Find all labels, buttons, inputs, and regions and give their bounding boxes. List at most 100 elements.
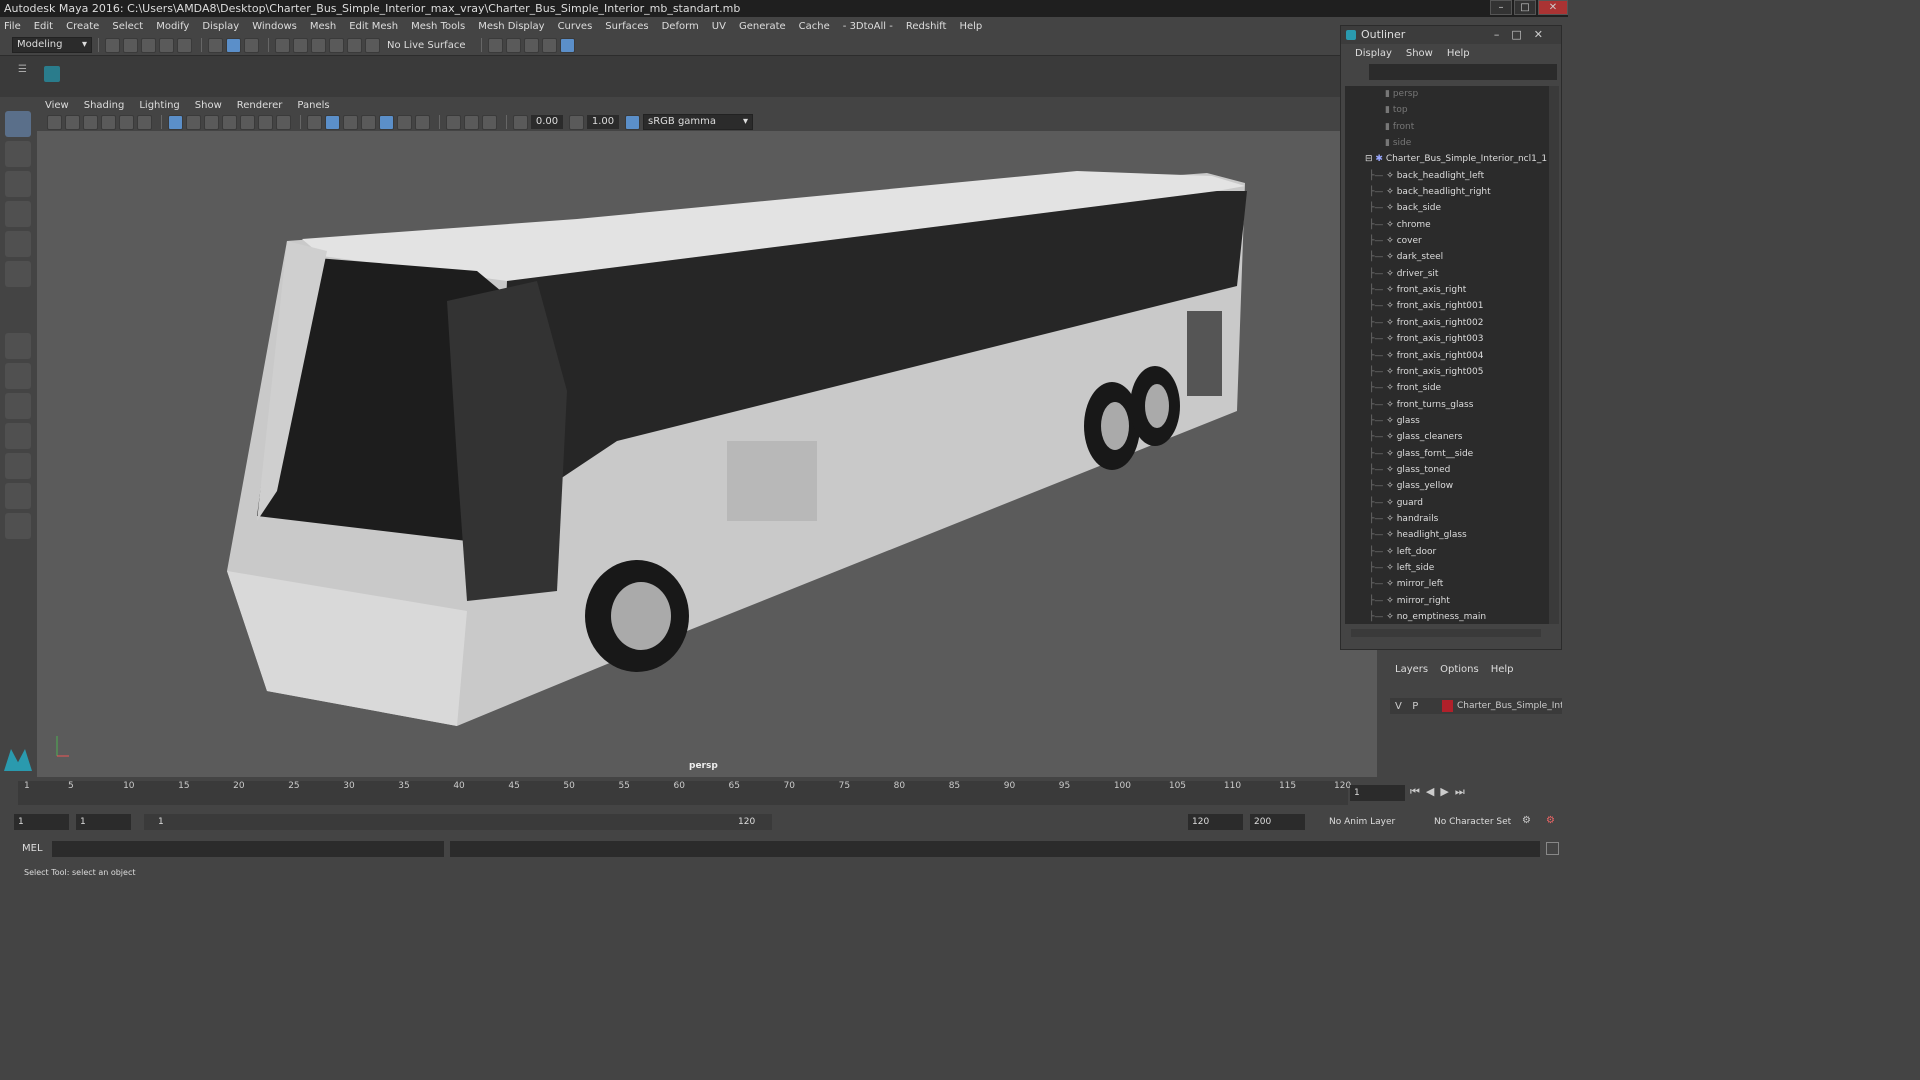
safe-title-icon[interactable] <box>276 114 291 130</box>
close-button[interactable]: ✕ <box>1538 0 1568 15</box>
open-scene-icon[interactable] <box>123 37 138 53</box>
outliner-item[interactable]: ├— ✧ left_door <box>1345 544 1549 560</box>
outliner-item[interactable]: ├— ✧ front_axis_right001 <box>1345 298 1549 314</box>
bookmark-icon[interactable] <box>83 114 98 130</box>
time-slider[interactable]: 1 5 10 15 20 25 30 35 40 45 50 55 60 65 70 75 80 85 90 95 10… <box>0 777 1568 809</box>
outliner-item[interactable]: ├— ✧ front_turns_glass <box>1345 397 1549 413</box>
resolution-gate-icon[interactable] <box>204 114 219 130</box>
menu-surfaces[interactable]: Surfaces <box>605 21 648 32</box>
menu-windows[interactable]: Windows <box>252 21 297 32</box>
end-time-field[interactable]: 200 <box>1250 814 1305 830</box>
single-view-icon[interactable] <box>5 333 31 359</box>
time-ticks[interactable]: 1 5 10 15 20 25 30 35 40 45 50 55 60 65 70 75 80 85 90 95 10… <box>18 781 1351 805</box>
layers-menu-options[interactable]: Options <box>1440 664 1479 675</box>
select-tool-icon[interactable] <box>5 111 31 137</box>
layers-menu-help[interactable]: Help <box>1491 664 1514 675</box>
outliner-item[interactable]: ├— ✧ back_headlight_left <box>1345 168 1549 184</box>
outliner-view-icon[interactable] <box>5 423 31 449</box>
xray-joints-icon[interactable] <box>482 114 497 130</box>
menu-modify[interactable]: Modify <box>156 21 189 32</box>
menu-select[interactable]: Select <box>112 21 143 32</box>
outliner-item-top[interactable]: ▮ top <box>1345 102 1549 118</box>
outliner-item[interactable]: ├— ✧ back_side <box>1345 200 1549 216</box>
outliner-item[interactable]: ├— ✧ no_emptiness_main <box>1345 609 1549 624</box>
script-editor-icon[interactable] <box>1546 842 1559 855</box>
graph-view-icon[interactable] <box>5 453 31 479</box>
select-component-icon[interactable] <box>244 37 259 53</box>
outliner-menu-show[interactable]: Show <box>1406 48 1433 59</box>
snap-live-icon[interactable] <box>365 37 380 53</box>
outliner-scrollbar[interactable] <box>1549 86 1559 624</box>
layer-row[interactable]: V P Charter_Bus_Simple_Inte <box>1390 698 1562 714</box>
lasso-tool-icon[interactable] <box>5 141 31 167</box>
isolate-select-icon[interactable] <box>446 114 461 130</box>
layer-visibility-toggle[interactable]: V <box>1390 701 1407 712</box>
menu-display[interactable]: Display <box>202 21 239 32</box>
outliner-item[interactable]: ├— ✧ mirror_left <box>1345 576 1549 592</box>
outliner-item[interactable]: ├— ✧ front_side <box>1345 380 1549 396</box>
outliner-item-persp[interactable]: ▮ persp <box>1345 86 1549 102</box>
default-lighting-icon[interactable] <box>343 114 358 130</box>
ipr-render-icon[interactable] <box>506 37 522 53</box>
layer-playback-toggle[interactable]: P <box>1407 701 1424 712</box>
outliner-item[interactable]: ├— ✧ mirror_right <box>1345 593 1549 609</box>
range-slider-bar[interactable]: 1 120 <box>144 814 772 830</box>
exposure-field[interactable]: 0.00 <box>531 115 563 129</box>
menu-mesh[interactable]: Mesh <box>310 21 336 32</box>
viewport-menu-panels[interactable]: Panels <box>297 100 329 111</box>
snap-point-icon[interactable] <box>311 37 326 53</box>
select-hierarchy-icon[interactable] <box>208 37 223 53</box>
outliner-item[interactable]: ├— ✧ left_side <box>1345 560 1549 576</box>
textured-icon[interactable] <box>361 114 376 130</box>
outliner-window-controls[interactable]: –□✕ <box>1494 26 1555 44</box>
ambient-occlusion-icon[interactable] <box>397 114 412 130</box>
viewport-3d[interactable]: persp <box>37 131 1377 777</box>
menu-uv[interactable]: UV <box>712 21 726 32</box>
mel-input[interactable] <box>52 841 444 857</box>
viewport-menu-view[interactable]: View <box>45 100 69 111</box>
menu-generate[interactable]: Generate <box>739 21 786 32</box>
exposure-icon[interactable] <box>513 114 528 130</box>
shelf-menu-icon[interactable]: ☰ <box>18 64 27 75</box>
maximize-button[interactable]: □ <box>1514 0 1536 15</box>
outliner-item[interactable]: ├— ✧ glass_cleaners <box>1345 429 1549 445</box>
layers-menu-layers[interactable]: Layers <box>1395 664 1428 675</box>
two-view-icon[interactable] <box>5 393 31 419</box>
outliner-item[interactable]: ├— ✧ glass_yellow <box>1345 478 1549 494</box>
outliner-item[interactable]: ├— ✧ front_axis_right005 <box>1345 364 1549 380</box>
color-management-icon[interactable] <box>625 114 640 130</box>
viewport-menu-shading[interactable]: Shading <box>84 100 125 111</box>
colorspace-dropdown[interactable]: sRGB gamma ▾ <box>643 114 753 130</box>
menu-file[interactable]: File <box>4 21 21 32</box>
film-gate-icon[interactable] <box>186 114 201 130</box>
outliner-item[interactable]: ├— ✧ front_axis_right004 <box>1345 348 1549 364</box>
layout-toggle-icon[interactable] <box>5 513 31 539</box>
current-frame-field[interactable]: 1 <box>1350 785 1405 801</box>
redo-icon[interactable] <box>177 37 192 53</box>
outliner-menu-help[interactable]: Help <box>1447 48 1470 59</box>
outliner-item[interactable]: ├— ✧ guard <box>1345 495 1549 511</box>
menu-mesh-tools[interactable]: Mesh Tools <box>411 21 465 32</box>
outliner-item-front[interactable]: ▮ front <box>1345 119 1549 135</box>
collapse-icon[interactable]: ⊟ <box>1365 154 1373 164</box>
outliner-item[interactable]: ├— ✧ front_axis_right <box>1345 282 1549 298</box>
move-tool-icon[interactable] <box>5 201 31 227</box>
image-plane-icon[interactable] <box>101 114 116 130</box>
outliner-item-group[interactable]: ⊟ ✱ Charter_Bus_Simple_Interior_ncl1_1 <box>1345 151 1549 167</box>
preferences-icon[interactable]: ⚙ <box>1546 815 1555 826</box>
playback-end-field[interactable]: 120 <box>1188 814 1243 830</box>
undo-icon[interactable] <box>159 37 174 53</box>
render-frame-icon[interactable] <box>488 37 504 53</box>
outliner-hscrollbar[interactable] <box>1351 629 1541 637</box>
new-scene-icon[interactable] <box>105 37 120 53</box>
outliner-item[interactable]: ├— ✧ front_axis_right002 <box>1345 315 1549 331</box>
outliner-item[interactable]: ├— ✧ back_headlight_right <box>1345 184 1549 200</box>
mode-dropdown[interactable]: Modeling ▾ <box>12 37 92 53</box>
hypershade-view-icon[interactable] <box>5 483 31 509</box>
menu-edit[interactable]: Edit <box>34 21 53 32</box>
layer-name[interactable]: Charter_Bus_Simple_Inte <box>1457 701 1562 711</box>
render-view-icon[interactable] <box>560 37 576 53</box>
outliner-item[interactable]: ├— ✧ front_axis_right003 <box>1345 331 1549 347</box>
minimize-button[interactable]: – <box>1490 0 1512 15</box>
four-view-icon[interactable] <box>5 363 31 389</box>
